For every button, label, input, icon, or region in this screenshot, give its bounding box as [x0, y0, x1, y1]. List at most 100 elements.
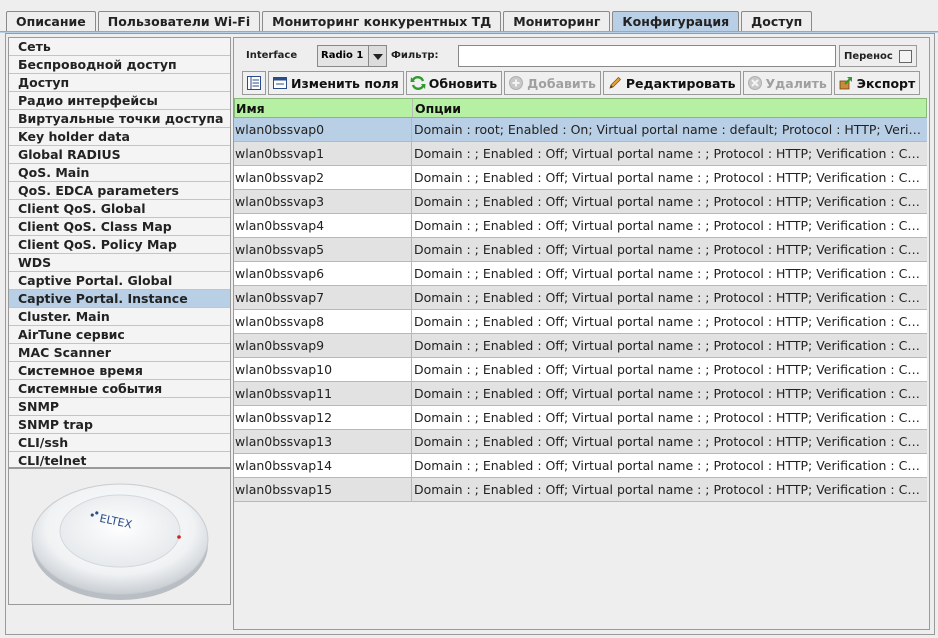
row-name-cell: wlan0bssvap13 — [234, 430, 412, 453]
tab-5[interactable]: Доступ — [741, 11, 813, 31]
row-options-cell: Domain : ; Enabled : Off; Virtual portal… — [414, 314, 925, 329]
export-icon — [838, 75, 854, 91]
table-header: Имя Опции — [234, 98, 927, 118]
nav-item[interactable]: Captive Portal. Global — [9, 272, 230, 290]
row-name-cell: wlan0bssvap11 — [234, 382, 412, 405]
content-panel: Interface Radio 1 Фильтр: Перенос Измени… — [233, 37, 930, 630]
table-row[interactable]: wlan0bssvap1 Domain : ; Enabled : Off; Vi… — [234, 142, 927, 166]
nav-item[interactable]: Виртуальные точки доступа — [9, 110, 230, 128]
row-options-cell: Domain : ; Enabled : Off; Virtual portal… — [414, 338, 925, 353]
table-row[interactable]: wlan0bssvap5 Domain : ; Enabled : Off; Vi… — [234, 238, 927, 262]
window-icon — [272, 75, 288, 91]
delete-icon — [747, 75, 763, 91]
refresh-icon — [410, 75, 426, 91]
row-options-cell: Domain : ; Enabled : Off; Virtual portal… — [414, 290, 925, 305]
row-options-cell: Domain : ; Enabled : Off; Virtual portal… — [414, 434, 925, 449]
nav-item[interactable]: Доступ — [9, 74, 230, 92]
column-header-name[interactable]: Имя — [235, 99, 413, 117]
edit-fields-button[interactable]: Изменить поля — [268, 71, 404, 95]
table-row[interactable]: wlan0bssvap10 Domain : ; Enabled : Off; V… — [234, 358, 927, 382]
wrap-checkbox[interactable] — [899, 50, 912, 63]
nav-item[interactable]: Captive Portal. Instance — [9, 290, 230, 308]
edit-label: Редактировать — [625, 75, 736, 91]
filter-input[interactable] — [458, 45, 836, 67]
table-row[interactable]: wlan0bssvap12 Domain : ; Enabled : Off; V… — [234, 406, 927, 430]
nav-item[interactable]: Global RADIUS — [9, 146, 230, 164]
nav-item[interactable]: Радио интерфейсы — [9, 92, 230, 110]
nav-item[interactable]: Client QoS. Global — [9, 200, 230, 218]
row-name-cell: wlan0bssvap15 — [234, 478, 412, 501]
table-row[interactable]: wlan0bssvap0 Domain : root; Enabled : On;… — [234, 118, 927, 142]
nav-item[interactable]: CLI/telnet — [9, 452, 230, 467]
interface-select[interactable]: Radio 1 — [317, 45, 387, 67]
tab-4[interactable]: Конфигурация — [612, 11, 740, 31]
wrap-label: Перенос — [844, 51, 893, 62]
row-options-cell: Domain : ; Enabled : Off; Virtual portal… — [414, 386, 925, 401]
table-row[interactable]: wlan0bssvap13 Domain : ; Enabled : Off; V… — [234, 430, 927, 454]
status-led-icon — [177, 535, 181, 539]
nav-item[interactable]: Сеть — [9, 38, 230, 56]
nav-item[interactable]: Cluster. Main — [9, 308, 230, 326]
row-name-cell: wlan0bssvap3 — [234, 190, 412, 213]
row-options-cell: Domain : ; Enabled : Off; Virtual portal… — [414, 194, 925, 209]
row-name-cell: wlan0bssvap12 — [234, 406, 412, 429]
table-row[interactable]: wlan0bssvap4 Domain : ; Enabled : Off; Vi… — [234, 214, 927, 238]
tab-2[interactable]: Мониторинг конкурентных ТД — [262, 11, 502, 31]
row-name-cell: wlan0bssvap10 — [234, 358, 412, 381]
add-icon — [508, 75, 524, 91]
export-button[interactable]: Экспорт — [833, 71, 921, 95]
nav-item[interactable]: Key holder data — [9, 128, 230, 146]
nav-item[interactable]: WDS — [9, 254, 230, 272]
row-options-cell: Domain : ; Enabled : Off; Virtual portal… — [414, 362, 925, 377]
row-options-cell: Domain : ; Enabled : Off; Virtual portal… — [414, 218, 925, 233]
columns-button[interactable] — [242, 71, 266, 95]
toolbar: Изменить поля Обновить Добавить Редактир… — [242, 71, 922, 95]
column-header-options[interactable]: Опции — [413, 99, 926, 117]
edit-fields-label: Изменить поля — [291, 75, 399, 91]
nav-item[interactable]: Системные события — [9, 380, 230, 398]
table-row[interactable]: wlan0bssvap6 Domain : ; Enabled : Off; Vi… — [234, 262, 927, 286]
row-name-cell: wlan0bssvap7 — [234, 286, 412, 309]
tab-3[interactable]: Мониторинг — [503, 11, 611, 31]
instances-table: Имя Опции wlan0bssvap0 Domain : root; Ena… — [234, 98, 927, 502]
row-options-cell: Domain : ; Enabled : Off; Virtual portal… — [414, 458, 925, 473]
row-options-cell: Domain : ; Enabled : Off; Virtual portal… — [414, 266, 925, 281]
filter-label: Фильтр: — [391, 50, 439, 61]
wrap-toggle[interactable]: Перенос — [839, 45, 917, 67]
table-row[interactable]: wlan0bssvap3 Domain : ; Enabled : Off; Vi… — [234, 190, 927, 214]
delete-label: Удалить — [765, 75, 827, 91]
nav-item[interactable]: Client QoS. Policy Map — [9, 236, 230, 254]
table-row[interactable]: wlan0bssvap2 Domain : ; Enabled : Off; Vi… — [234, 166, 927, 190]
table-row[interactable]: wlan0bssvap14 Domain : ; Enabled : Off; V… — [234, 454, 927, 478]
main-tabbar: Описание Пользователи Wi-Fi Мониторинг кон… — [6, 11, 814, 31]
table-row[interactable]: wlan0bssvap11 Domain : ; Enabled : Off; V… — [234, 382, 927, 406]
tab-0[interactable]: Описание — [6, 11, 96, 31]
nav-item[interactable]: AirTune сервис — [9, 326, 230, 344]
nav-item[interactable]: MAC Scanner — [9, 344, 230, 362]
edit-button[interactable]: Редактировать — [602, 71, 741, 95]
nav-item[interactable]: QoS. EDCA parameters — [9, 182, 230, 200]
refresh-button[interactable]: Обновить — [405, 71, 503, 95]
export-label: Экспорт — [856, 75, 916, 91]
nav-item[interactable]: SNMP trap — [9, 416, 230, 434]
table-row[interactable]: wlan0bssvap15 Domain : ; Enabled : Off; V… — [234, 478, 927, 502]
add-button[interactable]: Добавить — [504, 71, 601, 95]
nav-item[interactable]: SNMP — [9, 398, 230, 416]
tab-1[interactable]: Пользователи Wi-Fi — [97, 11, 261, 31]
nav-item[interactable]: Беспроводной доступ — [9, 56, 230, 74]
row-name-cell: wlan0bssvap8 — [234, 310, 412, 333]
config-nav: Сеть Беспроводной доступ Доступ Радио интер… — [8, 37, 231, 468]
row-options-cell: Domain : ; Enabled : Off; Virtual portal… — [414, 146, 925, 161]
table-row[interactable]: wlan0bssvap7 Domain : ; Enabled : Off; Vi… — [234, 286, 927, 310]
chevron-down-icon[interactable] — [368, 46, 386, 66]
nav-item[interactable]: CLI/ssh — [9, 434, 230, 452]
nav-item[interactable]: Системное время — [9, 362, 230, 380]
table-row[interactable]: wlan0bssvap8 Domain : ; Enabled : Off; Vi… — [234, 310, 927, 334]
refresh-label: Обновить — [428, 75, 498, 91]
interface-select-value: Radio 1 — [321, 50, 364, 61]
nav-item[interactable]: Client QoS. Class Map — [9, 218, 230, 236]
row-name-cell: wlan0bssvap1 — [234, 142, 412, 165]
delete-button[interactable]: Удалить — [742, 71, 832, 95]
table-row[interactable]: wlan0bssvap9 Domain : ; Enabled : Off; Vi… — [234, 334, 927, 358]
nav-item[interactable]: QoS. Main — [9, 164, 230, 182]
